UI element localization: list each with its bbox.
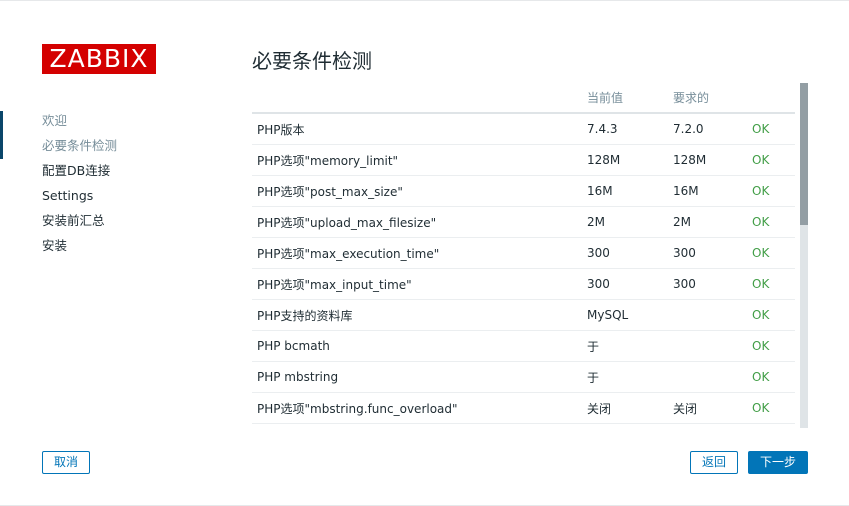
status-ok: OK bbox=[752, 237, 795, 269]
current-value: 7.4.3 bbox=[587, 113, 673, 145]
status-ok: OK bbox=[752, 330, 795, 362]
required-value: 16M bbox=[673, 175, 752, 207]
step-welcome: 欢迎 bbox=[42, 113, 68, 128]
table-row: PHP选项"upload_max_filesize" 2M 2M OK bbox=[252, 206, 795, 238]
step-pre-install-summary: 安装前汇总 bbox=[42, 213, 105, 228]
status-ok: OK bbox=[752, 175, 795, 207]
table-row: PHP版本 7.4.3 7.2.0 OK bbox=[252, 113, 795, 145]
setup-steps-nav: 欢迎 必要条件检测 配置DB连接 Settings 安装前汇总 安装 bbox=[42, 111, 117, 261]
table-row: PHP选项"mbstring.func_overload" 关闭 关闭 OK bbox=[252, 392, 795, 424]
step-prerequisites: 必要条件检测 bbox=[42, 138, 118, 153]
check-name: PHP bcmath bbox=[252, 330, 587, 362]
cancel-button[interactable]: 取消 bbox=[42, 451, 90, 474]
back-button[interactable]: 返回 bbox=[690, 451, 738, 474]
check-name: PHP选项"memory_limit" bbox=[252, 144, 587, 176]
header-check bbox=[252, 83, 587, 114]
check-name: PHP mbstring bbox=[252, 361, 587, 393]
page-title: 必要条件检测 bbox=[252, 49, 372, 73]
step-install: 安装 bbox=[42, 238, 68, 253]
current-value: 2M bbox=[587, 206, 673, 238]
status-ok: OK bbox=[752, 113, 795, 145]
current-value: MySQL bbox=[587, 299, 673, 331]
check-name: PHP版本 bbox=[252, 113, 587, 145]
scrollbar-thumb[interactable] bbox=[800, 83, 808, 225]
status-ok: OK bbox=[752, 361, 795, 393]
table-row: PHP选项"memory_limit" 128M 128M OK bbox=[252, 144, 795, 176]
check-name: PHP选项"post_max_size" bbox=[252, 175, 587, 207]
current-value: 于 bbox=[587, 330, 673, 362]
status-ok: OK bbox=[752, 206, 795, 238]
current-step-marker bbox=[0, 111, 3, 159]
status-ok: OK bbox=[752, 144, 795, 176]
setup-frame: ZABBIX 欢迎 必要条件检测 配置DB连接 Settings 安装前汇总 安… bbox=[0, 0, 849, 506]
table-row: PHP选项"max_input_time" 300 300 OK bbox=[252, 268, 795, 300]
table-row: PHP选项"post_max_size" 16M 16M OK bbox=[252, 175, 795, 207]
table-scrollbar[interactable] bbox=[800, 83, 808, 428]
check-name: PHP选项"max_input_time" bbox=[252, 268, 587, 300]
current-value: 128M bbox=[587, 144, 673, 176]
required-value: 关闭 bbox=[673, 392, 752, 424]
table-header-row: 当前值 要求的 bbox=[252, 83, 795, 114]
required-value: 2M bbox=[673, 206, 752, 238]
table-row: PHP选项"max_execution_time" 300 300 OK bbox=[252, 237, 795, 269]
status-ok: OK bbox=[752, 392, 795, 424]
header-current-value: 当前值 bbox=[587, 83, 673, 114]
next-step-button[interactable]: 下一步 bbox=[748, 451, 808, 474]
required-value: 300 bbox=[673, 237, 752, 269]
check-name: PHP选项"max_execution_time" bbox=[252, 237, 587, 269]
step-settings: Settings bbox=[42, 188, 94, 203]
header-status bbox=[752, 83, 795, 114]
current-value: 16M bbox=[587, 175, 673, 207]
required-value: 128M bbox=[673, 144, 752, 176]
check-name: PHP选项"mbstring.func_overload" bbox=[252, 392, 587, 424]
current-value: 于 bbox=[587, 361, 673, 393]
status-ok: OK bbox=[752, 268, 795, 300]
required-value bbox=[673, 361, 752, 393]
current-value: 300 bbox=[587, 268, 673, 300]
prerequisites-table-container[interactable]: 当前值 要求的 PHP版本 7.4.3 7.2.0 OK PHP选项"memor… bbox=[252, 83, 808, 428]
required-value bbox=[673, 299, 752, 331]
current-value: 关闭 bbox=[587, 392, 673, 424]
required-value: 7.2.0 bbox=[673, 113, 752, 145]
required-value bbox=[673, 330, 752, 362]
required-value: 300 bbox=[673, 268, 752, 300]
check-name: PHP支持的资料库 bbox=[252, 299, 587, 331]
header-required: 要求的 bbox=[673, 83, 752, 114]
step-db-connection: 配置DB连接 bbox=[42, 163, 111, 178]
table-row: PHP mbstring 于 OK bbox=[252, 361, 795, 393]
prerequisites-table: 当前值 要求的 PHP版本 7.4.3 7.2.0 OK PHP选项"memor… bbox=[252, 83, 795, 424]
table-row: PHP bcmath 于 OK bbox=[252, 330, 795, 362]
current-value: 300 bbox=[587, 237, 673, 269]
table-row: PHP支持的资料库 MySQL OK bbox=[252, 299, 795, 331]
status-ok: OK bbox=[752, 299, 795, 331]
check-name: PHP选项"upload_max_filesize" bbox=[252, 206, 587, 238]
zabbix-logo: ZABBIX bbox=[42, 44, 156, 74]
